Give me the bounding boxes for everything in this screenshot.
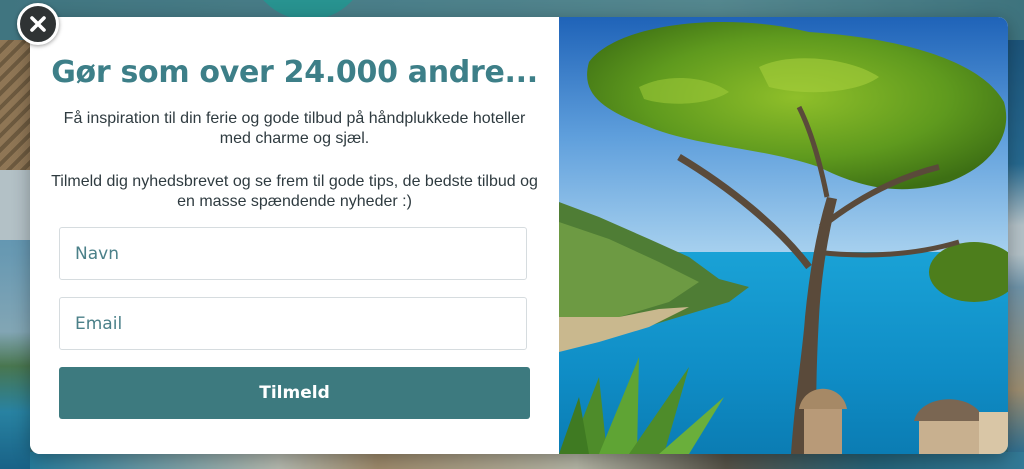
subscribe-button[interactable]: Tilmeld xyxy=(59,367,530,419)
name-field[interactable] xyxy=(59,227,527,280)
hero-image xyxy=(559,17,1008,454)
popup-description: Få inspiration til din ferie og gode til… xyxy=(63,110,526,147)
popup-call-to-action-text: Tilmeld dig nyhedsbrevet og se frem til … xyxy=(51,173,538,210)
close-button[interactable] xyxy=(17,3,59,45)
email-field[interactable] xyxy=(59,297,527,350)
newsletter-popup: Gør som over 24.000 andre... Få inspirat… xyxy=(30,17,1008,454)
close-icon xyxy=(30,16,46,32)
coastal-landscape-illustration xyxy=(559,17,1008,454)
popup-title: Gør som over 24.000 andre... xyxy=(51,55,538,90)
signup-form-panel: Gør som over 24.000 andre... Få inspirat… xyxy=(30,17,559,454)
